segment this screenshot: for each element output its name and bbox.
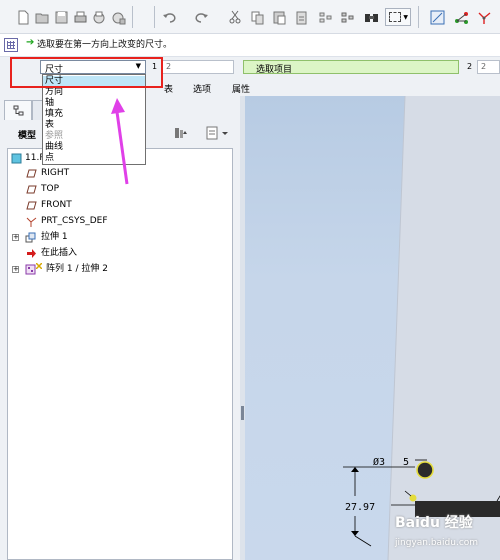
hole-feature[interactable] [416,461,434,479]
tree-node-label: FRONT [41,200,72,210]
print-icon[interactable] [73,10,88,25]
main-toolbar: ▼ [0,0,500,34]
save-icon[interactable] [54,10,69,25]
direction2-count-value: 2 [481,62,487,71]
dimension-arrow [351,531,359,536]
insert-arrow-icon [27,249,36,258]
tab-table[interactable]: 表 [164,82,173,95]
message-arrow-icon: ➔ [26,37,35,48]
part-face [388,96,500,560]
model-tree-icon [13,105,24,116]
show-menu-icon[interactable] [205,126,229,140]
new-file-icon[interactable] [16,10,31,25]
tree-node-label: 阵列 1 / 拉伸 2 [46,264,108,274]
tab-model-tree[interactable] [4,100,32,120]
splitter-handle[interactable] [241,406,244,420]
tree-settings-icon[interactable] [173,126,189,140]
tab-properties[interactable]: 属性 [232,82,250,95]
copy-icon[interactable] [250,10,265,25]
redo-icon[interactable] [194,10,209,25]
undo-icon[interactable] [162,10,177,25]
regenerate-manager-icon[interactable] [340,10,355,25]
find-icon[interactable] [364,10,379,25]
dimension-arrow [351,467,359,472]
select-box-icon[interactable]: ▼ [385,8,411,26]
expand-icon[interactable]: + [12,234,19,241]
model-view: Ø3 5 27.97 [343,96,500,560]
distance-dimension[interactable]: 27.97 [345,502,375,513]
cut-icon[interactable] [228,10,243,25]
toolbar-separator [154,6,155,28]
pattern-icon [25,264,36,275]
select-items-collector[interactable]: 选取项目 [243,60,459,75]
csys-icon [26,217,37,227]
datum-plane-icon [26,185,37,194]
close-window-icon[interactable] [111,10,126,25]
datum-icon[interactable] [454,10,469,25]
spacing-dimension[interactable]: 5 [403,457,409,468]
csys-icon[interactable] [477,10,492,25]
direction1-count-value: 2 [166,62,172,71]
direction1-count-label: 1 [152,62,158,71]
dimension-line [354,535,372,547]
dropdown-option-dimension[interactable]: 尺寸 [43,76,145,86]
datum-plane-icon [26,169,37,178]
direction2-count-label: 2 [467,62,473,71]
annotation-arrow [111,98,129,185]
model-tree-title: 模型 [18,131,37,141]
tree-node-label: 在此插入 [41,248,78,258]
paste-icon[interactable] [272,10,287,25]
extrude-icon [25,232,36,243]
direction1-count-input[interactable]: 2 [162,60,234,74]
tree-node-label: PRT_CSYS_DEF [41,216,108,226]
toolbar-separator [418,6,419,28]
tree-node-label: 拉伸 1 [41,232,68,242]
tab-options[interactable]: 选项 [193,82,211,95]
tree-node-label: TOP [41,184,60,194]
baidu-watermark: Baidu 经验 [395,515,473,531]
baidu-watermark-url: jingyan.baidu.com [395,538,479,548]
regen-status-icon [36,263,42,269]
diameter-dimension[interactable]: Ø3 [373,456,385,468]
direction2-count-input[interactable]: 2 [477,60,500,74]
part-icon [11,153,22,164]
pattern-type-select[interactable]: 尺寸 ▼ [40,60,146,75]
view-orient-icon[interactable] [430,10,445,25]
tree-node-label: RIGHT [41,168,70,178]
datum-plane-icon [26,201,37,210]
select-items-text: 选取项目 [256,65,293,75]
save-copy-icon[interactable] [92,10,107,25]
open-folder-icon[interactable] [35,10,50,25]
message-log-icon[interactable] [4,38,18,52]
expand-icon[interactable]: + [12,266,19,273]
toolbar-separator [132,6,133,28]
message-text: 选取要在第一方向上改变的尺寸。 [37,40,173,50]
chevron-down-icon: ▼ [135,62,141,70]
paste-special-icon[interactable] [294,10,309,25]
regenerate-icon[interactable] [318,10,333,25]
graphics-window[interactable]: Ø3 5 27.97 [245,96,500,560]
